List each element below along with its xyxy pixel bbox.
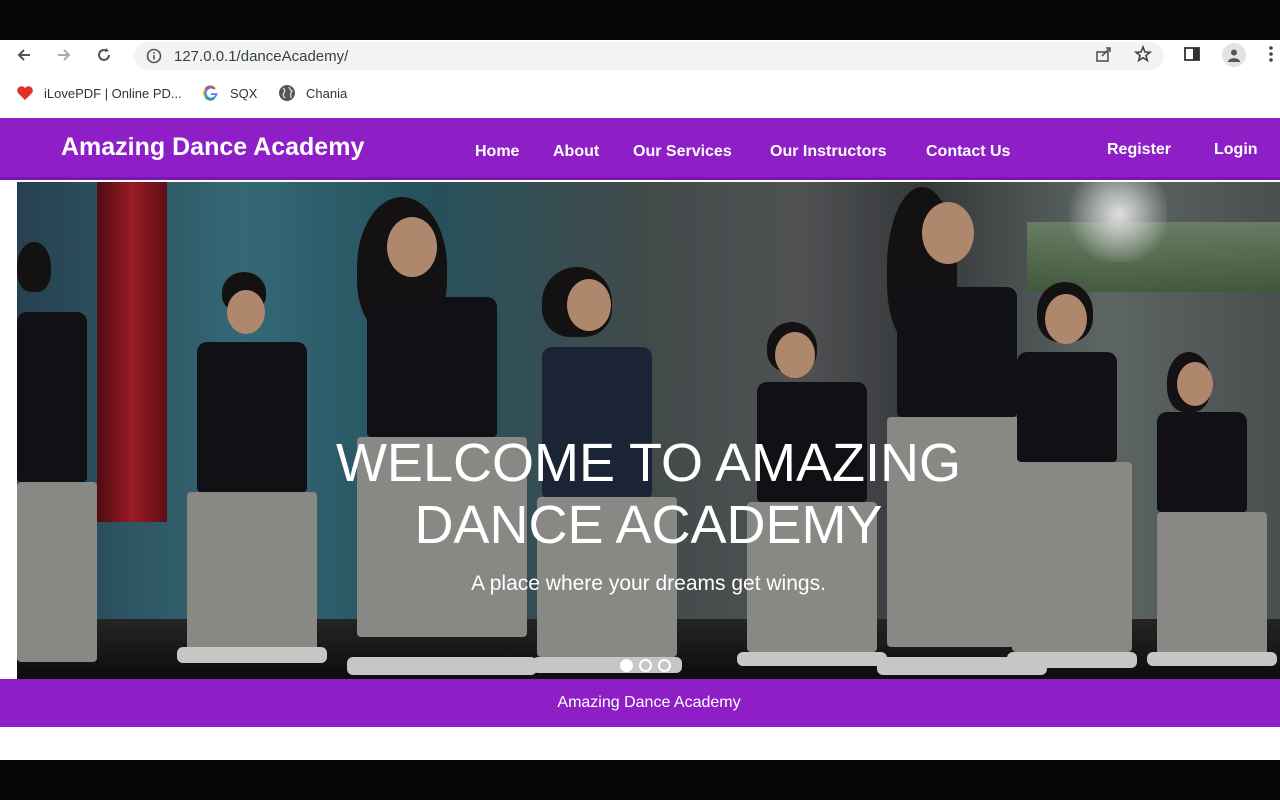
back-icon[interactable] (14, 45, 34, 65)
bookmark-ilovepdf[interactable]: iLovePDF | Online PD... (16, 84, 182, 102)
site-navbar: Amazing Dance Academy Home About Our Ser… (0, 118, 1280, 180)
hero-title: WELCOME TO AMAZING DANCE ACADEMY (17, 432, 1280, 556)
site-info-icon[interactable] (146, 48, 162, 64)
heart-icon (16, 84, 34, 102)
hero-carousel[interactable]: WELCOME TO AMAZING DANCE ACADEMY A place… (17, 182, 1280, 679)
bookmark-sqx[interactable]: SQX (202, 84, 257, 102)
browser-window: 127.0.0.1/danceAcademy/ iLovePDF | Onlin… (0, 40, 1280, 760)
nav-link-contact[interactable]: Contact Us (926, 143, 1010, 161)
register-link[interactable]: Register (1107, 141, 1171, 159)
footer-text: Amazing Dance Academy (557, 694, 741, 711)
screen-bottom-border (0, 760, 1280, 800)
bookmark-chania[interactable]: Chania (278, 84, 347, 102)
address-bar[interactable]: 127.0.0.1/danceAcademy/ (134, 42, 1164, 70)
bookmarks-bar: iLovePDF | Online PD... SQX Chania (0, 72, 1280, 116)
carousel-indicator-3[interactable] (658, 659, 671, 672)
globe-icon (278, 84, 296, 102)
profile-avatar-icon[interactable] (1222, 43, 1246, 67)
nav-link-instructors[interactable]: Our Instructors (770, 143, 886, 161)
page-margin (0, 182, 17, 679)
nav-link-services[interactable]: Our Services (633, 143, 732, 161)
hero-subtitle: A place where your dreams get wings. (471, 572, 826, 595)
bookmark-label: SQX (230, 85, 258, 101)
share-icon[interactable] (1095, 45, 1113, 63)
bookmark-label: Chania (306, 85, 348, 101)
screen-top-border (0, 0, 1280, 40)
carousel-indicator-2[interactable] (639, 659, 652, 672)
side-panel-icon[interactable] (1183, 45, 1201, 63)
reload-icon[interactable] (94, 45, 114, 65)
bookmark-star-icon[interactable] (1134, 45, 1152, 63)
hero-overlay (17, 182, 1280, 679)
menu-kebab-icon[interactable] (1262, 45, 1280, 63)
carousel-indicator-1[interactable] (620, 659, 633, 672)
site-footer: Amazing Dance Academy (0, 679, 1280, 727)
nav-link-home[interactable]: Home (475, 143, 519, 161)
browser-toolbar: 127.0.0.1/danceAcademy/ (0, 40, 1280, 72)
forward-icon[interactable] (54, 45, 74, 65)
hero-title-line-2: DANCE ACADEMY (414, 495, 883, 555)
login-link[interactable]: Login (1214, 141, 1258, 159)
brand-logo-text[interactable]: Amazing Dance Academy (61, 133, 364, 162)
hero-title-line-1: WELCOME TO AMAZING (335, 433, 962, 493)
url-text: 127.0.0.1/danceAcademy/ (174, 47, 349, 65)
carousel-indicators (620, 659, 671, 672)
bookmark-label: iLovePDF | Online PD... (44, 85, 182, 101)
nav-link-about[interactable]: About (553, 143, 599, 161)
google-icon (202, 84, 220, 102)
